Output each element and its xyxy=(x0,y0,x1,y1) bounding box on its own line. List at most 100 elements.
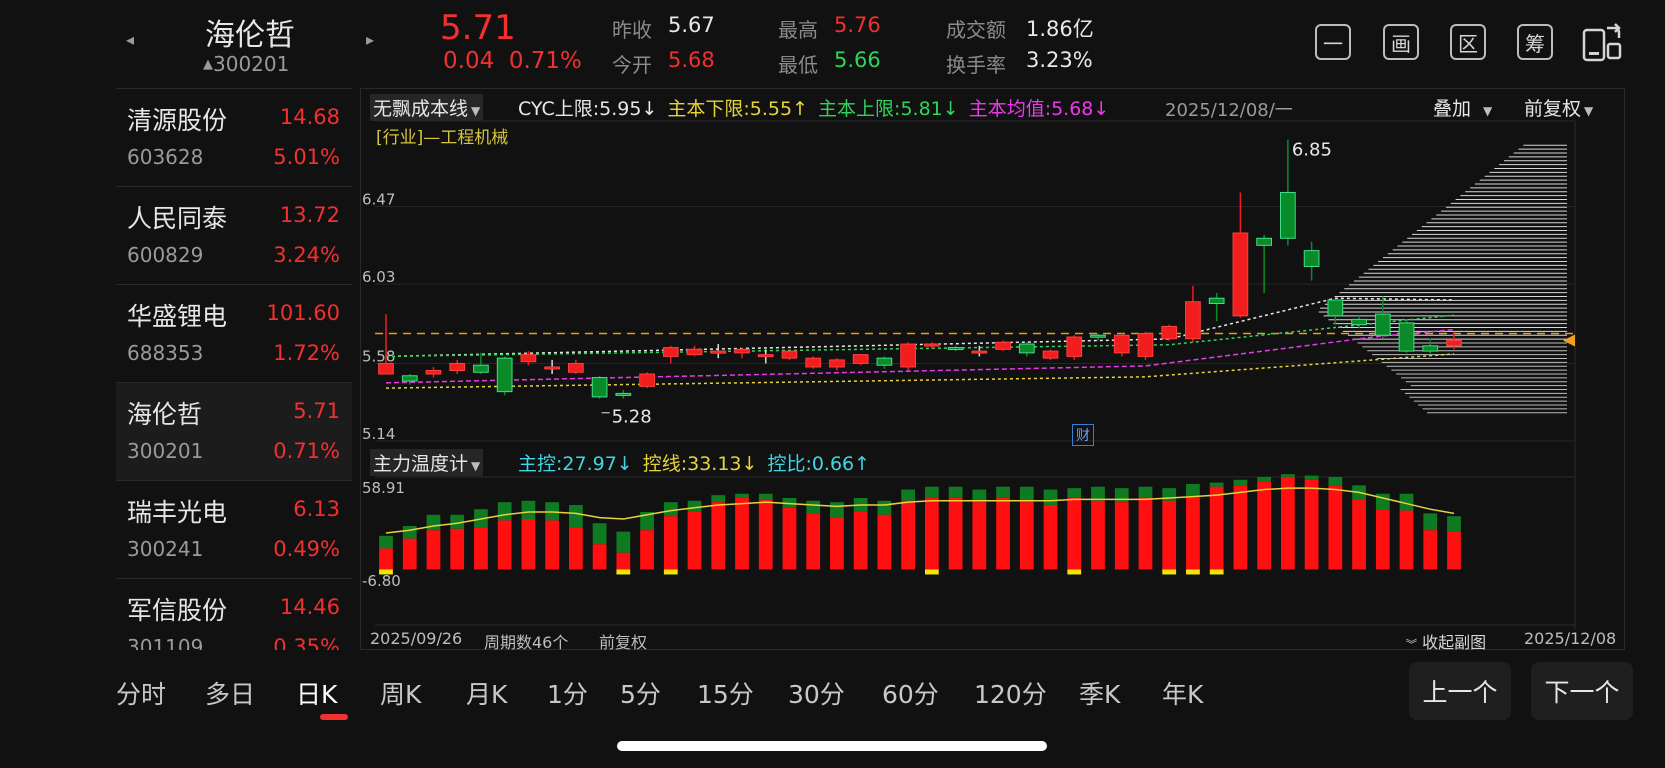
crosshair-tool-button[interactable]: 一 xyxy=(1315,24,1351,60)
thermo-red-segment xyxy=(877,514,892,570)
candle xyxy=(876,356,893,369)
thermo-green-segment xyxy=(1280,474,1295,477)
chip-tool-button[interactable]: 筹 xyxy=(1517,24,1553,60)
high-value: 5.76 xyxy=(834,13,881,37)
price-tick-label: 5.58 xyxy=(362,347,395,365)
thermo-green-segment xyxy=(1043,489,1058,505)
adjust-label: 前复权 xyxy=(1524,98,1582,120)
price-tick-label: 6.03 xyxy=(362,268,395,286)
collapse-label: 收起副图 xyxy=(1422,633,1487,652)
thermo-red-segment xyxy=(545,520,560,570)
adjust-dropdown[interactable]: 前复权 ▼ xyxy=(1524,94,1593,121)
candle xyxy=(1185,285,1201,343)
watchlist-item[interactable]: 清源股份 14.68 603628 5.01% xyxy=(116,89,352,187)
adjust-mode-label: 前复权 xyxy=(599,633,648,652)
draw-tool-button[interactable]: 画 xyxy=(1383,24,1419,60)
period-tab[interactable]: 多日 xyxy=(205,675,255,711)
period-tab[interactable]: 60分 xyxy=(882,675,939,711)
thermometer-bar xyxy=(592,523,607,570)
period-low-label: 5.28 xyxy=(612,406,652,427)
thermo-red-segment xyxy=(1257,481,1272,570)
thermo-green-segment xyxy=(1138,486,1153,498)
sub-indicator-dropdown[interactable]: 主力温度计 ▼ xyxy=(370,449,484,476)
candle-body xyxy=(615,392,632,396)
main-indicator-dropdown[interactable]: 无飘成本线 ▼ xyxy=(370,94,484,121)
candle-body xyxy=(1185,301,1201,340)
period-tab[interactable]: 5分 xyxy=(620,675,661,711)
period-tab[interactable]: 30分 xyxy=(788,675,845,711)
switch-device-icon[interactable] xyxy=(1581,22,1623,62)
indicator-values-row: CYC上限:5.95↓ 主本下限:5.55↑ 主本上限:5.81↓ 主本均值:5.68… xyxy=(518,94,1109,121)
thermo-red-segment xyxy=(521,518,536,570)
candle xyxy=(1066,335,1083,360)
collapse-subchart-button[interactable]: ︾ 收起副图 xyxy=(1406,629,1486,653)
stock-change-pct: 5.01% xyxy=(273,145,340,169)
candle-body xyxy=(378,362,394,375)
period-tab[interactable]: 月K xyxy=(466,675,507,711)
change-pct: 0.71% xyxy=(508,48,582,74)
period-tab[interactable]: 分时 xyxy=(116,675,166,711)
watchlist-item[interactable]: 军信股份 14.46 301109 0.35% xyxy=(116,579,352,650)
period-tab[interactable]: 120分 xyxy=(974,675,1047,711)
candle xyxy=(449,359,466,375)
kline-chart[interactable]: 6.47 6.03 5.58 5.14 6.85 5.28 58.91 -6.80 xyxy=(361,89,1626,651)
thermo-green-segment xyxy=(948,486,963,498)
collapse-chevron-icon: ︾ xyxy=(1406,638,1417,651)
overlay-dropdown[interactable]: 叠加 ▼ xyxy=(1433,94,1492,121)
end-date: 2025/12/08 xyxy=(1524,629,1617,648)
candle xyxy=(378,314,394,375)
indicator-value: 主本均值:5.68↓ xyxy=(968,98,1110,120)
overlay-label: 叠加 xyxy=(1433,98,1472,120)
period-count: 周期数46个 xyxy=(484,633,569,652)
prev-stock-arrow[interactable]: ◂ xyxy=(126,30,134,49)
stock-code: 300201 xyxy=(127,439,204,463)
period-tab[interactable]: 1分 xyxy=(547,675,588,711)
period-tab[interactable]: 15分 xyxy=(697,675,754,711)
next-stock-arrow[interactable]: ▸ xyxy=(366,30,374,49)
stock-price: 6.13 xyxy=(293,497,340,521)
thermo-green-segment xyxy=(497,502,512,521)
thermometer-bar xyxy=(1304,475,1319,570)
thermo-red-segment xyxy=(1304,479,1319,570)
period-tab[interactable]: 周K xyxy=(380,675,421,711)
prev-button[interactable]: 上一个 xyxy=(1409,662,1511,720)
thermometer-bar xyxy=(711,495,726,570)
thermo-green-segment xyxy=(877,500,892,515)
thermometer-bar xyxy=(853,497,868,570)
next-button[interactable]: 下一个 xyxy=(1531,662,1633,720)
main-upper-line xyxy=(385,314,1455,358)
thermo-red-segment xyxy=(1114,502,1129,570)
candle-body xyxy=(1018,343,1035,354)
watchlist-item[interactable]: 人民同泰 13.72 600829 3.24% xyxy=(116,187,352,285)
thermo-yellow-marker xyxy=(1162,569,1177,575)
price-change: 0.04 0.71% xyxy=(443,48,582,74)
stock-name: 海伦哲 xyxy=(127,400,203,429)
candle-body xyxy=(425,369,442,375)
thermo-green-segment xyxy=(830,502,844,518)
chart-panel[interactable]: 6.47 6.03 5.58 5.14 6.85 5.28 58.91 -6.80 无飘成本线… xyxy=(360,88,1626,653)
thermometer-bar xyxy=(616,531,631,570)
period-tab[interactable]: 年K xyxy=(1162,675,1203,711)
candle xyxy=(1018,342,1035,357)
watchlist[interactable]: 清源股份 14.68 603628 5.01% 人民同泰 13.72 600829 3.24%… xyxy=(116,88,352,650)
watchlist-item[interactable]: 瑞丰光电 6.13 300241 0.49% xyxy=(116,481,352,579)
candle-body xyxy=(757,354,774,358)
watchlist-item[interactable]: 海伦哲 5.71 300201 0.71% xyxy=(116,383,352,481)
thermometer-bar xyxy=(1423,513,1438,570)
turnover-rate-value: 3.23% xyxy=(1026,48,1093,72)
financial-report-badge[interactable]: 财 xyxy=(1072,424,1094,446)
candle-body xyxy=(734,348,750,354)
thermo-green-segment xyxy=(568,504,583,528)
watchlist-item[interactable]: 华盛锂电 101.60 688353 1.72% xyxy=(116,285,352,383)
thermo-red-segment xyxy=(735,497,749,570)
thermo-red-segment xyxy=(1162,500,1177,570)
candle xyxy=(710,344,727,359)
thermo-yellow-marker xyxy=(924,569,939,575)
period-tab[interactable]: 季K xyxy=(1079,675,1120,711)
high-label: 最高 xyxy=(778,18,818,42)
stock-change-pct: 0.71% xyxy=(273,439,340,463)
range-tool-button[interactable]: 区 xyxy=(1450,24,1486,60)
thermo-green-segment xyxy=(521,500,536,519)
candle xyxy=(1351,315,1367,329)
period-tab[interactable]: 日K xyxy=(296,675,337,711)
